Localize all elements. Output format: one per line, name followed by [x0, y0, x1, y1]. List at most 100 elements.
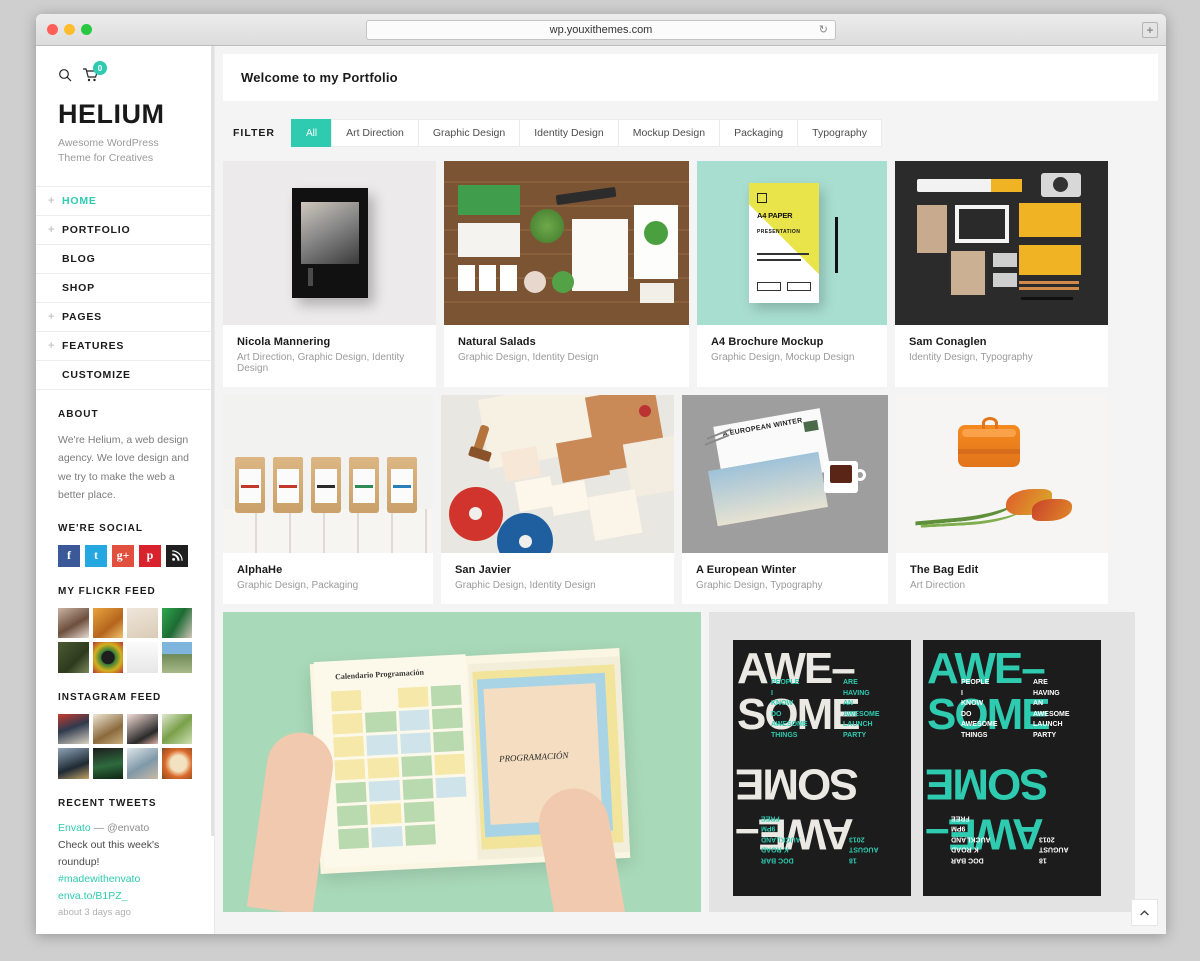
nav-label: PORTFOLIO: [62, 224, 131, 237]
filter-label: FILTER: [233, 127, 275, 139]
filter-chip-graphic-design[interactable]: Graphic Design: [417, 119, 521, 147]
window-controls[interactable]: [47, 24, 92, 35]
instagram-thumb[interactable]: [161, 713, 192, 745]
site-brand[interactable]: HELIUM: [58, 99, 192, 130]
instagram-thumb[interactable]: [127, 748, 158, 779]
portfolio-caption: San Javier Graphic Design, Identity Desi…: [441, 553, 674, 604]
flickr-thumb[interactable]: [161, 642, 192, 673]
scroll-to-top-button[interactable]: [1131, 899, 1158, 926]
instagram-thumb[interactable]: [58, 748, 89, 779]
new-tab-button[interactable]: +: [1142, 21, 1158, 38]
portfolio-title: San Javier: [455, 564, 512, 576]
portfolio-card[interactable]: San Javier Graphic Design, Identity Desi…: [441, 395, 674, 604]
instagram-thumbnails: [58, 713, 192, 779]
portfolio-image[interactable]: [223, 161, 436, 325]
twitter-icon[interactable]: t: [85, 544, 107, 567]
instagram-thumb[interactable]: [127, 713, 158, 745]
portfolio-card[interactable]: AWE– SOME SOME AWE– PEOPLE I KNOW DO AWE…: [709, 612, 1135, 912]
poster-date-copy: 18 AUGUST 2013: [849, 833, 879, 865]
filter-chip-art-direction[interactable]: Art Direction: [331, 119, 419, 147]
portfolio-card[interactable]: A4 PAPER PRESENTATION A4 Brochure Mockup…: [697, 161, 887, 387]
close-window-button[interactable]: [47, 24, 58, 35]
portfolio-card[interactable]: The Bag Edit Art Direction: [896, 395, 1108, 604]
tweets-widget: RECENT TWEETS Envato — @envato Check out…: [36, 798, 214, 934]
flickr-thumb[interactable]: [127, 607, 158, 639]
sidebar-top-icons: 0: [58, 61, 192, 90]
expand-icon[interactable]: +: [48, 224, 55, 236]
portfolio-title: A European Winter: [696, 564, 797, 576]
flickr-thumb[interactable]: [58, 607, 89, 639]
flickr-thumb[interactable]: [161, 607, 192, 639]
poster-left-line: THINGS: [771, 731, 798, 739]
filter-chip-mockup-design[interactable]: Mockup Design: [617, 119, 721, 147]
portfolio-image[interactable]: A4 PAPER PRESENTATION: [697, 161, 887, 325]
expand-icon[interactable]: +: [48, 340, 55, 352]
nav-item-customize[interactable]: CUSTOMIZE: [36, 361, 214, 391]
maximize-window-button[interactable]: [81, 24, 92, 35]
poster-date-line: AUGUST: [1039, 845, 1069, 853]
page-title: Welcome to my Portfolio: [223, 54, 1158, 101]
poster-right-line: HAVING: [843, 689, 870, 697]
nav-item-portfolio[interactable]: + PORTFOLIO: [36, 216, 214, 246]
flickr-thumb[interactable]: [92, 607, 123, 639]
filter-chip-typography[interactable]: Typography: [797, 119, 882, 147]
poster-left-line: DO: [771, 710, 782, 718]
portfolio-image[interactable]: AWE– SOME SOME AWE– PEOPLE I KNOW DO AWE…: [709, 612, 1135, 912]
filter-chip-packaging[interactable]: Packaging: [719, 119, 799, 147]
poster-left-line: I: [961, 689, 963, 697]
sidebar-scrollbar[interactable]: [211, 46, 214, 836]
portfolio-card[interactable]: Calendario Programación PROGRAMACIÓN: [223, 612, 701, 912]
portfolio-card[interactable]: Sam Conaglen Identity Design, Typography: [895, 161, 1108, 387]
portfolio-card[interactable]: AlphaHe Graphic Design, Packaging: [223, 395, 433, 604]
portfolio-card[interactable]: Natural Salads Graphic Design, Identity …: [444, 161, 689, 387]
address-bar[interactable]: wp.youxithemes.com ↻: [366, 19, 836, 40]
expand-icon[interactable]: +: [48, 311, 55, 323]
reload-icon[interactable]: ↻: [819, 23, 828, 36]
portfolio-caption: Natural Salads Graphic Design, Identity …: [444, 325, 689, 376]
poster-right-line: LAUNCH: [843, 721, 873, 728]
expand-icon[interactable]: +: [48, 195, 55, 207]
tweet-user[interactable]: Envato: [58, 822, 91, 834]
tweet-link[interactable]: #madewithenvato enva.to/B1PZ_: [58, 871, 192, 905]
portfolio-image[interactable]: A EUROPEAN WINTER: [682, 395, 888, 553]
flickr-thumb[interactable]: [58, 642, 89, 673]
filter-chip-all[interactable]: All: [290, 119, 333, 147]
pinterest-icon[interactable]: p: [139, 544, 161, 567]
rss-icon[interactable]: [166, 544, 188, 567]
portfolio-image[interactable]: Calendario Programación PROGRAMACIÓN: [223, 612, 701, 912]
nav-item-pages[interactable]: + PAGES: [36, 303, 214, 333]
portfolio-categories: Graphic Design, Identity Design: [458, 352, 599, 363]
portfolio-caption: AlphaHe Graphic Design, Packaging: [223, 553, 433, 604]
cart-icon[interactable]: 0: [83, 61, 107, 87]
nav-item-home[interactable]: + HOME: [36, 187, 214, 217]
instagram-thumb[interactable]: [161, 748, 192, 779]
portfolio-image[interactable]: [895, 161, 1108, 325]
instagram-thumb[interactable]: [58, 713, 89, 745]
search-icon[interactable]: [58, 68, 72, 82]
nav-item-shop[interactable]: SHOP: [36, 274, 214, 304]
google-plus-icon[interactable]: g+: [112, 544, 134, 567]
portfolio-card[interactable]: Nicola Mannering Art Direction, Graphic …: [223, 161, 436, 387]
portfolio-image[interactable]: [896, 395, 1108, 553]
portfolio-image[interactable]: [441, 395, 674, 553]
instagram-thumb[interactable]: [92, 748, 123, 779]
nav-label: SHOP: [62, 282, 95, 295]
portfolio-image[interactable]: [444, 161, 689, 325]
portfolio-categories: Identity Design, Typography: [909, 352, 1033, 363]
portfolio-image[interactable]: [223, 395, 433, 553]
flickr-thumb[interactable]: [127, 642, 158, 673]
sidebar: 0 HELIUM Awesome WordPress Theme for Cre…: [36, 46, 215, 934]
filter-chip-identity-design[interactable]: Identity Design: [519, 119, 619, 147]
instagram-thumb[interactable]: [92, 713, 123, 745]
nav-item-features[interactable]: + FEATURES: [36, 332, 214, 362]
facebook-icon[interactable]: f: [58, 544, 80, 567]
a4-paper-subtitle: PRESENTATION: [757, 229, 801, 235]
poster-left-line: DO: [961, 710, 972, 718]
portfolio-card[interactable]: A EUROPEAN WINTER A European Winter Grap…: [682, 395, 888, 604]
minimize-window-button[interactable]: [64, 24, 75, 35]
portfolio-title: A4 Brochure Mockup: [711, 336, 824, 348]
portfolio-categories: Art Direction, Graphic Design, Identity …: [237, 352, 405, 374]
nav-item-blog[interactable]: BLOG: [36, 245, 214, 275]
flickr-thumb[interactable]: [92, 642, 123, 673]
poster-right-line: LAUNCH: [1033, 721, 1063, 728]
